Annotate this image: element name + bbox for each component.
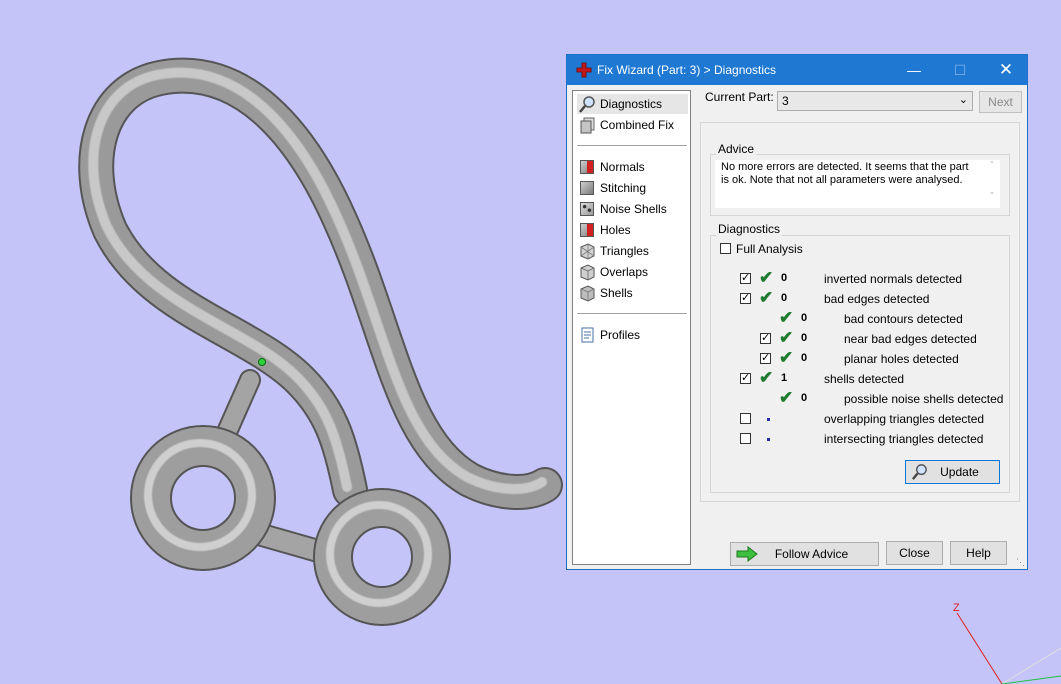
close-button[interactable]: Close bbox=[886, 541, 943, 565]
document-icon bbox=[578, 326, 597, 345]
current-part-select[interactable]: 3 ⌄ bbox=[777, 91, 973, 111]
overlapping-triangles-checkbox[interactable] bbox=[740, 413, 751, 424]
nav-item-holes[interactable]: Holes bbox=[578, 220, 631, 240]
follow-advice-label: Follow Advice bbox=[774, 547, 849, 561]
near-bad-edges-label: near bad edges detected bbox=[844, 332, 977, 346]
nav-item-normals[interactable]: Normals bbox=[578, 157, 645, 177]
pick-point-marker bbox=[258, 358, 266, 366]
shells-cube-icon bbox=[578, 284, 597, 303]
advice-text: No more errors are detected. It seems th… bbox=[715, 160, 1000, 208]
mesh-model[interactable] bbox=[78, 57, 563, 626]
minimize-button[interactable]: — bbox=[891, 55, 937, 85]
advice-scrollbar[interactable]: ⌃ ⌄ bbox=[984, 160, 1000, 208]
chevron-down-icon: ⌄ bbox=[958, 94, 968, 106]
intersecting-triangles-label: intersecting triangles detected bbox=[824, 432, 984, 446]
inverted-normals-checkbox[interactable]: ✓ bbox=[740, 273, 751, 284]
nav-label: Noise Shells bbox=[600, 202, 667, 216]
wizard-nav: Diagnostics Combined Fix Normals Stitchi… bbox=[572, 90, 691, 565]
nav-item-diagnostics[interactable]: Diagnostics bbox=[577, 94, 688, 114]
bad-edges-checkbox[interactable]: ✓ bbox=[740, 293, 751, 304]
check-icon: ✔ bbox=[759, 288, 774, 307]
follow-advice-button[interactable]: Follow Advice bbox=[730, 542, 879, 566]
nav-divider bbox=[577, 313, 687, 314]
noise-shells-label: possible noise shells detected bbox=[844, 392, 1004, 406]
advice-group-title: Advice bbox=[716, 142, 757, 156]
update-button[interactable]: Update bbox=[905, 460, 1000, 484]
check-icon: ✔ bbox=[779, 348, 794, 367]
normals-cube-icon bbox=[578, 158, 597, 177]
nav-item-profiles[interactable]: Profiles bbox=[578, 325, 640, 345]
inverted-normals-count: 0 bbox=[781, 272, 788, 284]
overlapping-triangles-label: overlapping triangles detected bbox=[824, 412, 985, 426]
nav-label: Triangles bbox=[600, 244, 649, 258]
magnifier-icon bbox=[578, 95, 597, 114]
close-window-button[interactable]: ✕ bbox=[983, 55, 1029, 85]
pending-dot-icon bbox=[767, 418, 770, 421]
shells-count: 1 bbox=[781, 372, 788, 384]
help-button[interactable]: Help bbox=[950, 541, 1007, 565]
fix-wizard-window: Fix Wizard (Part: 3) > Diagnostics — ☐ ✕… bbox=[566, 54, 1028, 570]
magnifier-icon bbox=[911, 464, 927, 480]
nav-item-stitching[interactable]: Stitching bbox=[578, 178, 646, 198]
noise-shells-cube-icon bbox=[578, 200, 597, 219]
resize-grip-icon[interactable]: ⋱ bbox=[1016, 558, 1025, 567]
arrow-right-icon bbox=[736, 546, 758, 562]
nav-label: Shells bbox=[600, 286, 633, 300]
app-logo-icon bbox=[576, 62, 592, 78]
intersecting-triangles-checkbox[interactable] bbox=[740, 433, 751, 444]
axis-triad: Z bbox=[953, 602, 1061, 684]
update-label: Update bbox=[940, 465, 979, 479]
nav-label: Holes bbox=[600, 223, 631, 237]
nav-label: Diagnostics bbox=[600, 97, 663, 111]
planar-holes-count: 0 bbox=[801, 352, 808, 364]
check-icon: ✔ bbox=[759, 368, 774, 387]
current-part-value: 3 bbox=[782, 94, 789, 108]
noise-shells-count: 0 bbox=[801, 392, 808, 404]
nav-label: Normals bbox=[600, 160, 645, 174]
nav-item-shells[interactable]: Shells bbox=[578, 283, 633, 303]
scroll-down-icon[interactable]: ⌄ bbox=[984, 187, 1000, 196]
bad-contours-label: bad contours detected bbox=[844, 312, 963, 326]
nav-label: Combined Fix bbox=[600, 118, 675, 132]
bad-edges-count: 0 bbox=[781, 292, 788, 304]
nav-label: Stitching bbox=[600, 181, 647, 195]
check-icon: ✔ bbox=[759, 268, 774, 287]
layers-icon bbox=[578, 116, 597, 135]
holes-cube-icon bbox=[578, 221, 597, 240]
next-button[interactable]: Next bbox=[979, 91, 1022, 113]
bad-contours-count: 0 bbox=[801, 312, 808, 324]
shells-checkbox[interactable]: ✓ bbox=[740, 373, 751, 384]
nav-label: Overlaps bbox=[600, 265, 649, 279]
shells-label: shells detected bbox=[824, 372, 905, 386]
bad-edges-label: bad edges detected bbox=[824, 292, 930, 306]
inverted-normals-label: inverted normals detected bbox=[824, 272, 963, 286]
check-icon: ✔ bbox=[779, 328, 794, 347]
nav-item-noise-shells[interactable]: Noise Shells bbox=[578, 199, 667, 219]
nav-label: Profiles bbox=[600, 328, 641, 342]
near-bad-edges-checkbox[interactable]: ✓ bbox=[760, 333, 771, 344]
z-axis-label: Z bbox=[953, 602, 960, 614]
nav-divider bbox=[577, 145, 687, 146]
check-icon: ✔ bbox=[779, 388, 794, 407]
nav-item-overlaps[interactable]: Overlaps bbox=[578, 262, 648, 282]
nav-item-triangles[interactable]: Triangles bbox=[578, 241, 649, 261]
maximize-button[interactable]: ☐ bbox=[937, 55, 983, 85]
full-analysis-label: Full Analysis bbox=[736, 242, 803, 256]
pending-dot-icon bbox=[767, 438, 770, 441]
planar-holes-checkbox[interactable]: ✓ bbox=[760, 353, 771, 364]
full-analysis-checkbox[interactable] bbox=[720, 243, 731, 254]
overlaps-cube-icon bbox=[578, 263, 597, 282]
scroll-up-icon[interactable]: ⌃ bbox=[984, 160, 1000, 169]
stitching-cube-icon bbox=[578, 179, 597, 198]
nav-item-combined-fix[interactable]: Combined Fix bbox=[578, 115, 674, 135]
planar-holes-label: planar holes detected bbox=[844, 352, 959, 366]
title-bar[interactable]: Fix Wizard (Part: 3) > Diagnostics — ☐ ✕ bbox=[567, 55, 1027, 85]
diagnostics-group-title: Diagnostics bbox=[716, 222, 783, 236]
window-title: Fix Wizard (Part: 3) > Diagnostics bbox=[597, 63, 777, 77]
current-part-label: Current Part: bbox=[705, 90, 774, 104]
triangles-cube-icon bbox=[578, 242, 597, 261]
check-icon: ✔ bbox=[779, 308, 794, 327]
near-bad-edges-count: 0 bbox=[801, 332, 808, 344]
